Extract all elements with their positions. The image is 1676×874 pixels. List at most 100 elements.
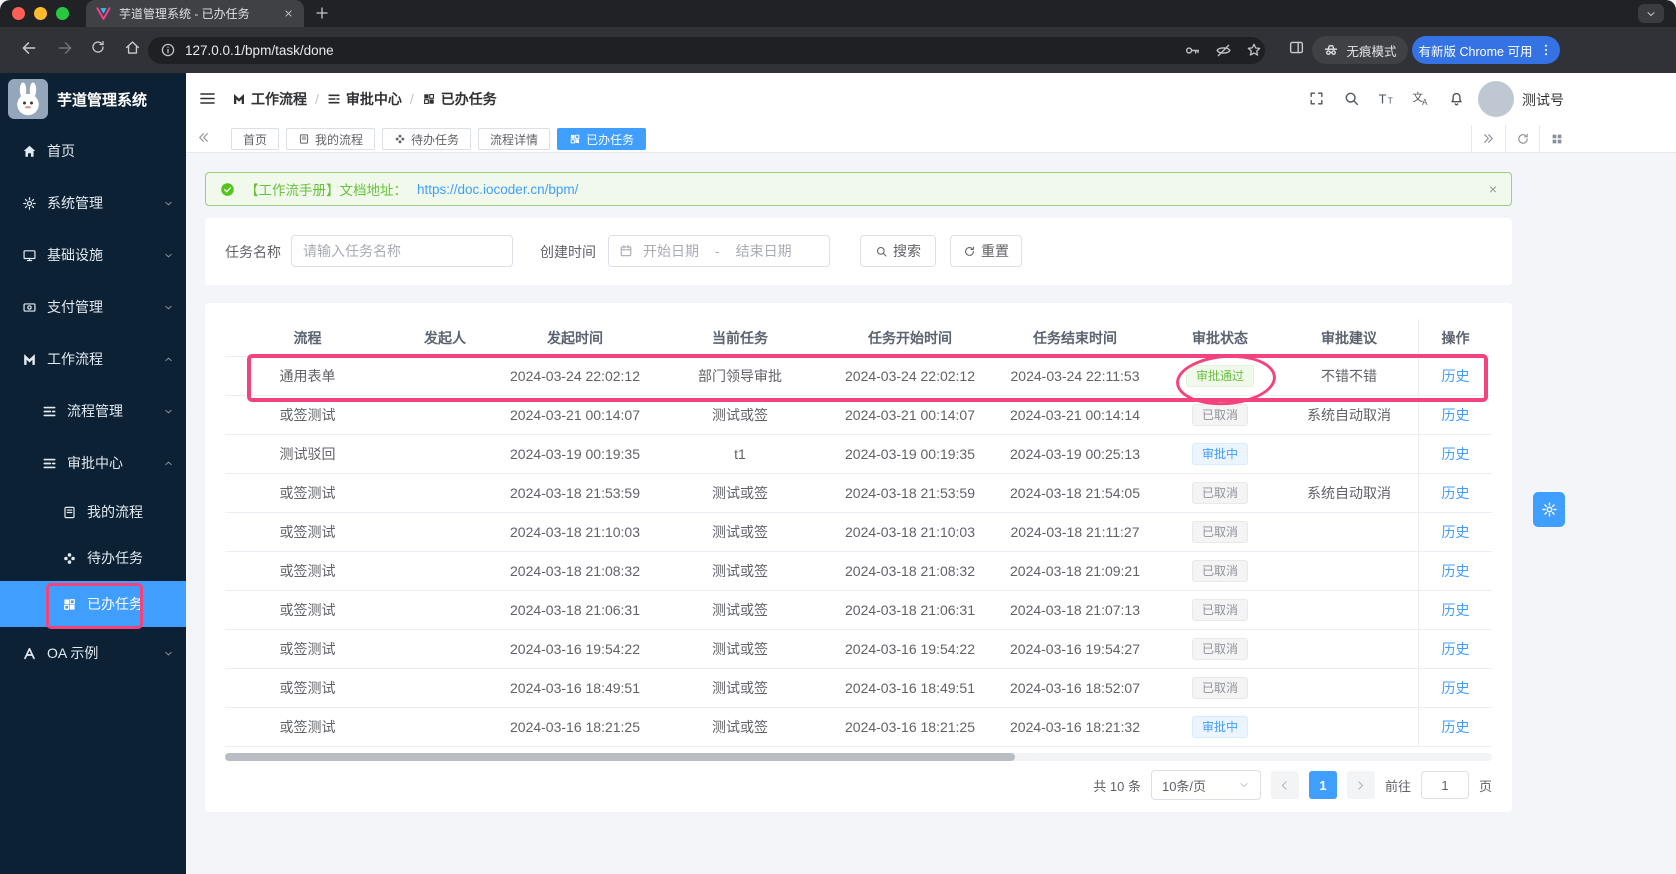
table-cell: 2024-03-19 00:19:35 [845, 446, 975, 462]
breadcrumb: 工作流程 / 审批中心 / 已办任务 [232, 73, 497, 125]
translate-icon[interactable]: 文A [1412, 90, 1430, 108]
history-link[interactable]: 历史 [1442, 639, 1470, 659]
browser-tab[interactable]: 芋道管理系统 - 已办任务 [86, 0, 304, 27]
sidebar-item-my-process[interactable]: 我的流程 [0, 489, 186, 535]
table-cell: 2024-03-18 21:10:03 [845, 524, 975, 540]
table-cell: 或签测试 [279, 563, 336, 579]
action-cell: 历史 [1418, 630, 1492, 668]
task-name-input[interactable]: 请输入任务名称 [291, 235, 513, 267]
table-cell: t1 [734, 446, 746, 462]
tab-process-detail[interactable]: 流程详情 [478, 128, 551, 150]
table-cell: 2024-03-21 00:14:07 [845, 407, 975, 423]
status-cell: 已取消 [1160, 559, 1280, 583]
sidebar-item-process-mgmt[interactable]: 流程管理 [0, 385, 186, 437]
tab-label: 流程详情 [490, 132, 539, 147]
tabs-scroll-right-icon[interactable] [1471, 125, 1505, 152]
sidebar-item-workflow[interactable]: 工作流程 [0, 333, 186, 385]
tab-my-process[interactable]: 我的流程 [286, 128, 376, 150]
action-cell: 历史 [1418, 552, 1492, 590]
browser-tab-title: 芋道管理系统 - 已办任务 [119, 7, 250, 21]
breadcrumb-item-approval-center[interactable]: 审批中心 [327, 89, 402, 109]
side-panel-icon[interactable] [1288, 39, 1306, 57]
history-link[interactable]: 历史 [1442, 561, 1470, 581]
history-link[interactable]: 历史 [1442, 483, 1470, 503]
tabs-scroll-left-icon[interactable] [196, 130, 211, 145]
tab-done-tasks[interactable]: 已办任务 [557, 128, 647, 150]
status-badge: 已取消 [1191, 403, 1248, 427]
table-cell: 2024-03-18 21:11:27 [1010, 524, 1140, 540]
macos-zoom-button[interactable] [56, 6, 69, 20]
prev-page-button[interactable] [1270, 771, 1299, 799]
chrome-update-button[interactable]: 有新版 Chrome 可用 [1412, 36, 1560, 64]
date-range-picker[interactable]: 开始日期 - 结束日期 [608, 235, 830, 267]
breadcrumb-item-done-tasks[interactable]: 已办任务 [422, 89, 497, 109]
action-cell: 历史 [1418, 435, 1492, 473]
main-content: 【工作流手册】文档地址： https://doc.iocoder.cn/bpm/… [186, 153, 1676, 874]
horizontal-scrollbar-thumb[interactable] [225, 753, 1015, 761]
reset-button[interactable]: 重置 [950, 235, 1022, 267]
macos-close-button[interactable] [12, 6, 25, 20]
password-key-icon[interactable] [1184, 42, 1201, 59]
tab-search-icon[interactable] [1638, 4, 1664, 23]
search-icon[interactable] [1343, 90, 1361, 108]
sidebar-item-todo-tasks[interactable]: 待办任务 [0, 535, 186, 581]
breadcrumb-label: 已办任务 [440, 91, 497, 107]
collapse-menu-icon[interactable] [198, 89, 217, 108]
banner-close-icon[interactable]: × [1489, 181, 1497, 197]
history-link[interactable]: 历史 [1442, 678, 1470, 698]
history-link[interactable]: 历史 [1442, 522, 1470, 542]
history-link[interactable]: 历史 [1442, 717, 1470, 737]
table-cell: 2024-03-21 00:14:07 [510, 407, 640, 423]
new-tab-icon[interactable] [314, 5, 330, 21]
back-icon[interactable] [20, 39, 38, 57]
user-avatar[interactable] [1478, 81, 1514, 117]
bookmark-star-icon[interactable] [1246, 42, 1263, 59]
banner-doc-link[interactable]: https://doc.iocoder.cn/bpm/ [417, 182, 578, 197]
tab-home[interactable]: 首页 [231, 128, 280, 150]
table-row: 或签测试 2024-03-18 21:08:32 测试或签 2024-03-18 21… [225, 552, 1492, 591]
browser-menu-icon[interactable] [1539, 43, 1553, 57]
refresh-tab-icon[interactable] [1505, 125, 1539, 152]
sidebar-item-approval-center[interactable]: 审批中心 [0, 437, 186, 489]
goto-page-input[interactable]: 1 [1420, 771, 1469, 799]
sidebar-item-home[interactable]: 首页 [0, 125, 186, 177]
home-icon[interactable] [124, 39, 142, 57]
theme-settings-gear-icon[interactable] [1533, 492, 1565, 527]
sidebar-item-infrastructure[interactable]: 基础设施 [0, 229, 186, 281]
bell-icon[interactable] [1448, 90, 1466, 108]
page-size-select[interactable]: 10条/页 [1150, 770, 1261, 800]
history-link[interactable]: 历史 [1442, 444, 1470, 464]
search-button-icon [875, 245, 888, 258]
history-link[interactable]: 历史 [1442, 600, 1470, 620]
forward-icon[interactable] [56, 39, 74, 57]
book-icon [298, 133, 310, 145]
page-1-button[interactable]: 1 [1308, 771, 1337, 799]
reload-icon[interactable] [90, 39, 108, 57]
font-size-icon[interactable]: TT [1377, 90, 1395, 108]
table-cell: 测试或签 [712, 680, 768, 696]
table-cell: 2024-03-18 21:06:31 [845, 602, 975, 618]
layout-grid-icon[interactable] [1539, 125, 1573, 152]
search-button[interactable]: 搜索 [860, 235, 936, 267]
sidebar-item-system-mgmt[interactable]: 系统管理 [0, 177, 186, 229]
sidebar-item-done-tasks[interactable]: 已办任务 [0, 581, 186, 627]
sidebar-item-oa-demo[interactable]: OA 示例 [0, 627, 186, 679]
select-chevron-icon [1238, 779, 1250, 791]
app-logo[interactable]: 芋道管理系统 [0, 73, 186, 125]
column-header: 流程 [293, 329, 322, 346]
table-cell: 2024-03-16 18:21:32 [1010, 719, 1140, 735]
column-header: 审批状态 [1192, 329, 1248, 346]
tab-close-icon[interactable] [283, 8, 294, 19]
status-cell: 已取消 [1160, 676, 1280, 700]
eye-off-icon[interactable] [1215, 42, 1232, 59]
breadcrumb-item-workflow[interactable]: 工作流程 [232, 89, 307, 109]
macos-minimize-button[interactable] [34, 6, 47, 20]
url-bar[interactable]: 127.0.0.1/bpm/task/done [148, 37, 1265, 64]
tab-todo-tasks[interactable]: 待办任务 [382, 128, 472, 150]
sidebar-item-payment-mgmt[interactable]: 支付管理 [0, 281, 186, 333]
next-page-button[interactable] [1346, 771, 1375, 799]
fullscreen-icon[interactable] [1308, 90, 1326, 108]
site-info-icon[interactable] [160, 42, 177, 59]
history-link[interactable]: 历史 [1442, 366, 1470, 386]
history-link[interactable]: 历史 [1442, 405, 1470, 425]
